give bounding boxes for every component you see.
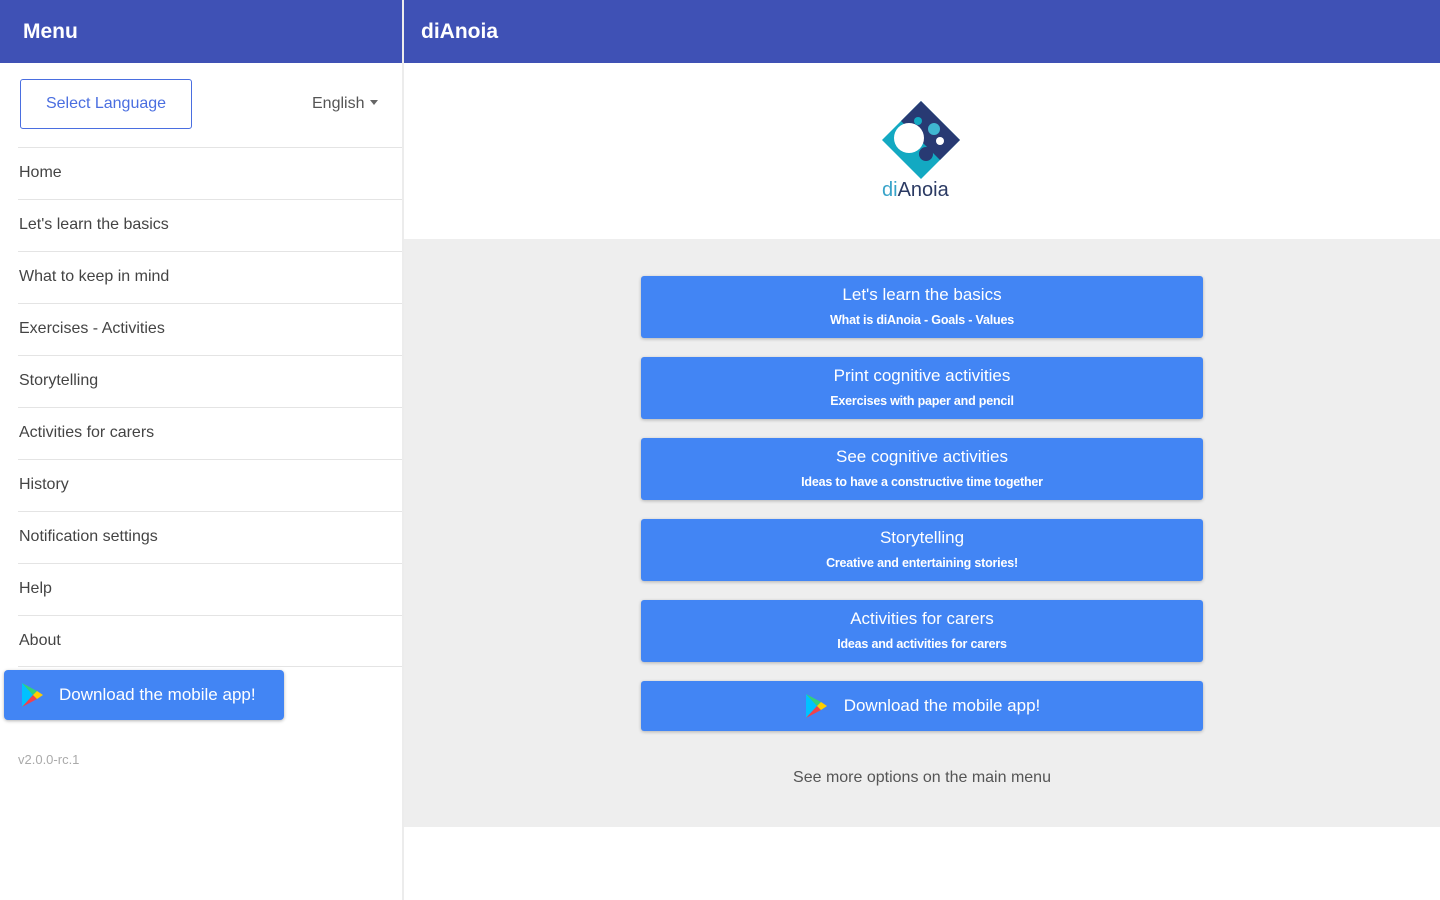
card-button-basics[interactable]: Let's learn the basics What is diAnoia -… — [641, 276, 1203, 338]
version-label: v2.0.0-rc.1 — [18, 752, 80, 767]
card-title: Activities for carers — [850, 609, 994, 628]
language-value: English — [312, 95, 365, 112]
language-row: Select Language English — [0, 63, 402, 147]
logo-text-prefix: di — [882, 179, 898, 201]
card-subtitle: Exercises with paper and pencil — [830, 394, 1014, 408]
sidebar-item-home[interactable]: Home — [18, 147, 402, 199]
card-subtitle: What is diAnoia - Goals - Values — [830, 313, 1014, 327]
card-title: Print cognitive activities — [833, 366, 1011, 385]
sidebar-download-app-button[interactable]: Download the mobile app! — [4, 670, 284, 720]
select-language-button[interactable]: Select Language — [20, 79, 192, 129]
content-area: Let's learn the basics What is diAnoia -… — [404, 239, 1440, 827]
card-subtitle: Ideas to have a constructive time togeth… — [801, 475, 1043, 489]
sidebar-item-carers[interactable]: Activities for carers — [18, 407, 402, 459]
main-panel: diAnoia diAnoia Let's learn the basics W… — [404, 0, 1440, 900]
main-download-app-button[interactable]: Download the mobile app! — [641, 681, 1203, 731]
language-dropdown[interactable]: English — [312, 95, 379, 113]
sidebar-item-exercises[interactable]: Exercises - Activities — [18, 303, 402, 355]
card-button-storytelling[interactable]: Storytelling Creative and entertaining s… — [641, 519, 1203, 581]
page-title: diAnoia — [404, 0, 1440, 63]
sidebar-item-basics[interactable]: Let's learn the basics — [18, 199, 402, 251]
card-title: See cognitive activities — [836, 447, 1008, 466]
sidebar-download-label: Download the mobile app! — [59, 685, 256, 704]
sidebar-item-storytelling[interactable]: Storytelling — [18, 355, 402, 407]
see-more-text: See more options on the main menu — [793, 769, 1051, 786]
card-subtitle: Ideas and activities for carers — [837, 637, 1007, 651]
logo-area: diAnoia — [404, 63, 1440, 239]
main-download-label: Download the mobile app! — [843, 696, 1041, 715]
card-subtitle: Creative and entertaining stories! — [826, 556, 1018, 570]
google-play-icon — [22, 683, 43, 707]
sidebar-item-notifications[interactable]: Notification settings — [18, 511, 402, 563]
card-title: Let's learn the basics — [842, 285, 1002, 304]
sidebar-item-history[interactable]: History — [18, 459, 402, 511]
card-title: Storytelling — [879, 528, 965, 547]
logo-text: diAnoia — [882, 179, 949, 202]
sidebar-item-about[interactable]: About — [18, 615, 402, 667]
caret-down-icon — [370, 100, 379, 105]
sidebar-item-help[interactable]: Help — [18, 563, 402, 615]
card-button-print-activities[interactable]: Print cognitive activities Exercises wit… — [641, 357, 1203, 419]
sidebar: Menu Select Language English Home Let's … — [0, 0, 402, 900]
dianoia-logo-icon — [882, 101, 960, 179]
sidebar-menu: Home Let's learn the basics What to keep… — [18, 147, 402, 667]
google-play-icon — [805, 694, 827, 718]
logo-text-suffix: Anoia — [897, 179, 949, 201]
card-button-carers[interactable]: Activities for carers Ideas and activiti… — [641, 600, 1203, 662]
card-button-see-activities[interactable]: See cognitive activities Ideas to have a… — [641, 438, 1203, 500]
sidebar-title: Menu — [0, 0, 402, 63]
sidebar-item-keep-in-mind[interactable]: What to keep in mind — [18, 251, 402, 303]
